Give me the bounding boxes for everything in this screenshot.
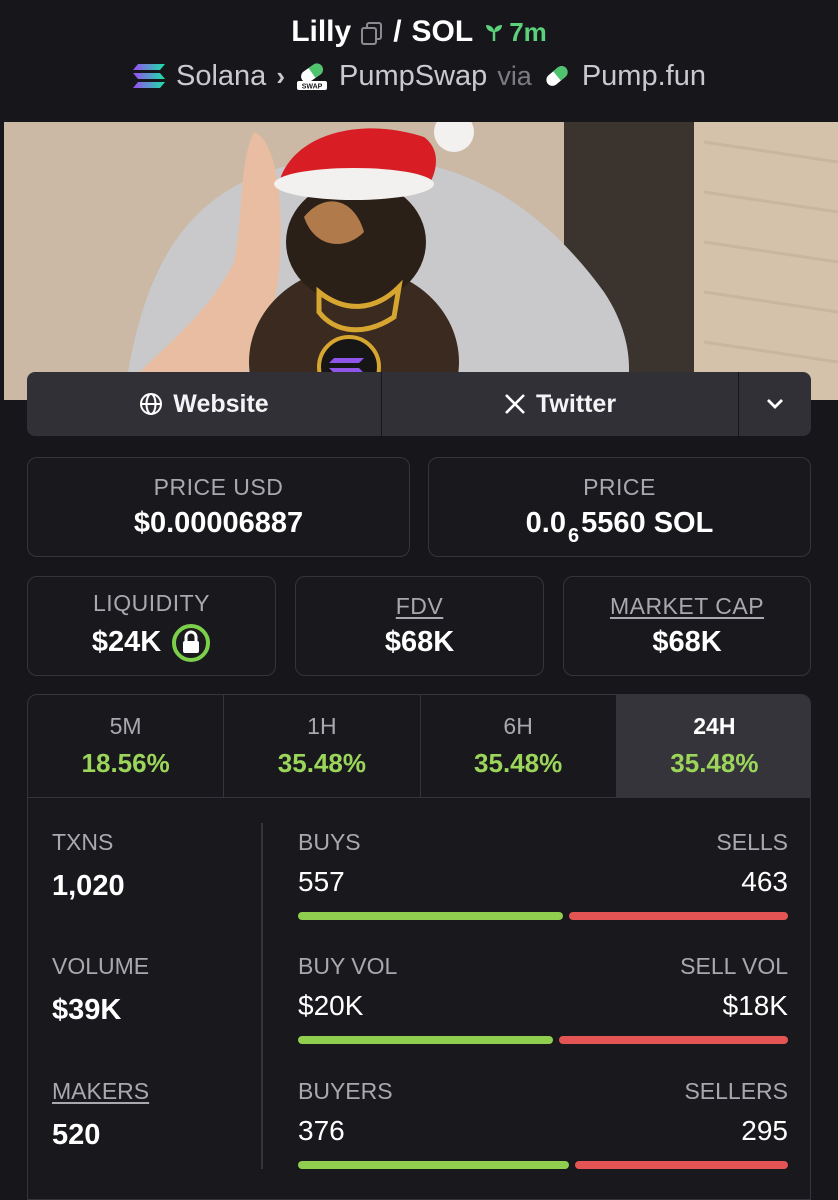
buyers-label: BUYERS (298, 1078, 393, 1104)
token-symbol[interactable]: Lilly (291, 15, 351, 49)
pair-title: Lilly / SOL 7m (0, 10, 838, 54)
price-native-zero-count: 6 (568, 525, 580, 547)
tab-label: 1H (307, 713, 337, 739)
volume-value: $39K (52, 994, 122, 1026)
buys-label: BUYS (298, 829, 361, 855)
pill-icon (546, 66, 568, 86)
sellers-label: SELLERS (684, 1078, 788, 1104)
fdv-label[interactable]: FDV (396, 593, 444, 620)
buy-vol-share-bar (298, 1036, 553, 1044)
timeframe-tabs: 5M 18.56% 1H 35.48% 6H 35.48% 24H 35.48% (28, 695, 810, 798)
sell-share-bar (568, 912, 788, 920)
chevron-right-icon: › (276, 60, 285, 91)
buyers-sellers-split: BUYERS SELLERS 376 295 (298, 1078, 788, 1169)
price-native-prefix: 0.0 (525, 507, 566, 539)
market-cap-value: $68K (652, 626, 722, 658)
via-label: via (497, 60, 532, 91)
pair-age: 7m (483, 17, 547, 48)
liquidity-value: $24K (91, 626, 162, 658)
volume-label: VOLUME (52, 953, 150, 979)
quote-symbol: SOL (411, 15, 474, 48)
launchpad-link[interactable]: Pump.fun (582, 60, 706, 93)
tab-change: 35.48% (670, 748, 759, 778)
sell-vol-label: SELL VOL (680, 953, 788, 979)
tab-change: 35.48% (474, 748, 563, 778)
tab-5m[interactable]: 5M 18.56% (28, 695, 225, 797)
tab-24h[interactable]: 24H 35.48% (616, 695, 810, 797)
sell-vol-share-bar (558, 1036, 788, 1044)
tab-label: 24H (693, 713, 736, 739)
buy-vol-label: BUY VOL (298, 953, 398, 979)
svg-text:SWAP: SWAP (302, 84, 323, 91)
buyvol-sellvol-bar (298, 1036, 788, 1044)
tab-label: 6H (503, 713, 533, 739)
txns-label: TXNS (52, 829, 114, 855)
makers-metric[interactable]: MAKERS 520 (52, 1078, 149, 1152)
sells-label: SELLS (716, 829, 788, 855)
makers-label[interactable]: MAKERS (52, 1078, 149, 1105)
lock-icon (172, 623, 211, 662)
sprout-icon (486, 25, 503, 41)
twitter-label: Twitter (535, 389, 617, 418)
price-usd-card: PRICE USD $0.00006887 (27, 457, 410, 557)
price-native-value: 0.0 6 5560 SOL (525, 507, 714, 547)
trading-stats-panel: 5M 18.56% 1H 35.48% 6H 35.48% 24H 35.48%… (27, 694, 811, 1200)
liquidity-card: LIQUIDITY $24K (27, 576, 276, 676)
price-native-label: PRICE (583, 474, 656, 500)
price-native-digits: 5560 SOL (581, 507, 714, 539)
stats-divider (261, 823, 263, 1169)
pair-header: Lilly / SOL 7m Solana › SWAP PumpSwap vi… (0, 0, 838, 122)
tab-label: 5M (109, 713, 142, 739)
sell-vol-value: $18K (722, 990, 788, 1021)
social-links-bar: Website Twitter (27, 372, 811, 436)
fdv-card[interactable]: FDV $68K (295, 576, 544, 676)
pair-path: Solana › SWAP PumpSwap via Pump.fun (0, 56, 838, 96)
txns-metric: TXNS 1,020 (52, 829, 125, 903)
buy-share-bar (298, 912, 563, 920)
buyers-value: 376 (298, 1115, 345, 1146)
liquidity-row: $24K (92, 623, 211, 663)
buys-sells-bar (298, 912, 788, 920)
tab-1h[interactable]: 1H 35.48% (224, 695, 421, 797)
liquidity-label: LIQUIDITY (93, 589, 210, 616)
buyers-sellers-bar (298, 1161, 788, 1169)
sellers-share-bar (575, 1161, 788, 1169)
solana-logo-icon (133, 64, 166, 88)
market-cap-label[interactable]: MARKET CAP (610, 593, 764, 620)
makers-value: 520 (52, 1119, 101, 1151)
more-links-button[interactable] (739, 372, 811, 436)
age-value: 7m (509, 16, 547, 47)
sells-value: 463 (741, 866, 788, 897)
chain-link[interactable]: Solana (176, 60, 266, 93)
buys-value: 557 (298, 866, 345, 897)
dex-link[interactable]: PumpSwap (339, 60, 487, 93)
price-native-card: PRICE 0.0 6 5560 SOL (428, 457, 811, 557)
volume-metric: VOLUME $39K (52, 953, 149, 1027)
x-logo-icon (505, 394, 525, 414)
tab-change: 35.48% (277, 748, 366, 778)
twitter-button[interactable]: Twitter (382, 372, 738, 436)
tab-6h[interactable]: 6H 35.48% (421, 695, 617, 797)
buyers-share-bar (298, 1161, 570, 1169)
pumpswap-logo-icon: SWAP (297, 63, 327, 91)
market-cap-card[interactable]: MARKET CAP $68K (563, 576, 811, 676)
copy-icon[interactable] (361, 20, 383, 45)
price-usd-label: PRICE USD (153, 474, 284, 500)
website-label: Website (173, 389, 269, 418)
price-usd-value: $0.00006887 (133, 507, 304, 539)
buy-vol-value: $20K (298, 990, 364, 1021)
globe-icon (140, 393, 163, 415)
buyvol-sellvol-split: BUY VOL SELL VOL $20K $18K (298, 953, 788, 1044)
pair-separator: / (393, 15, 402, 48)
buys-sells-split: BUYS SELLS 557 463 (298, 829, 788, 920)
website-button[interactable]: Website (27, 372, 381, 436)
chevron-down-icon (767, 399, 783, 409)
txns-value: 1,020 (52, 870, 125, 902)
token-banner-image (4, 122, 838, 400)
tab-change: 18.56% (81, 748, 170, 778)
fdv-value: $68K (384, 626, 455, 658)
sellers-value: 295 (741, 1115, 788, 1146)
